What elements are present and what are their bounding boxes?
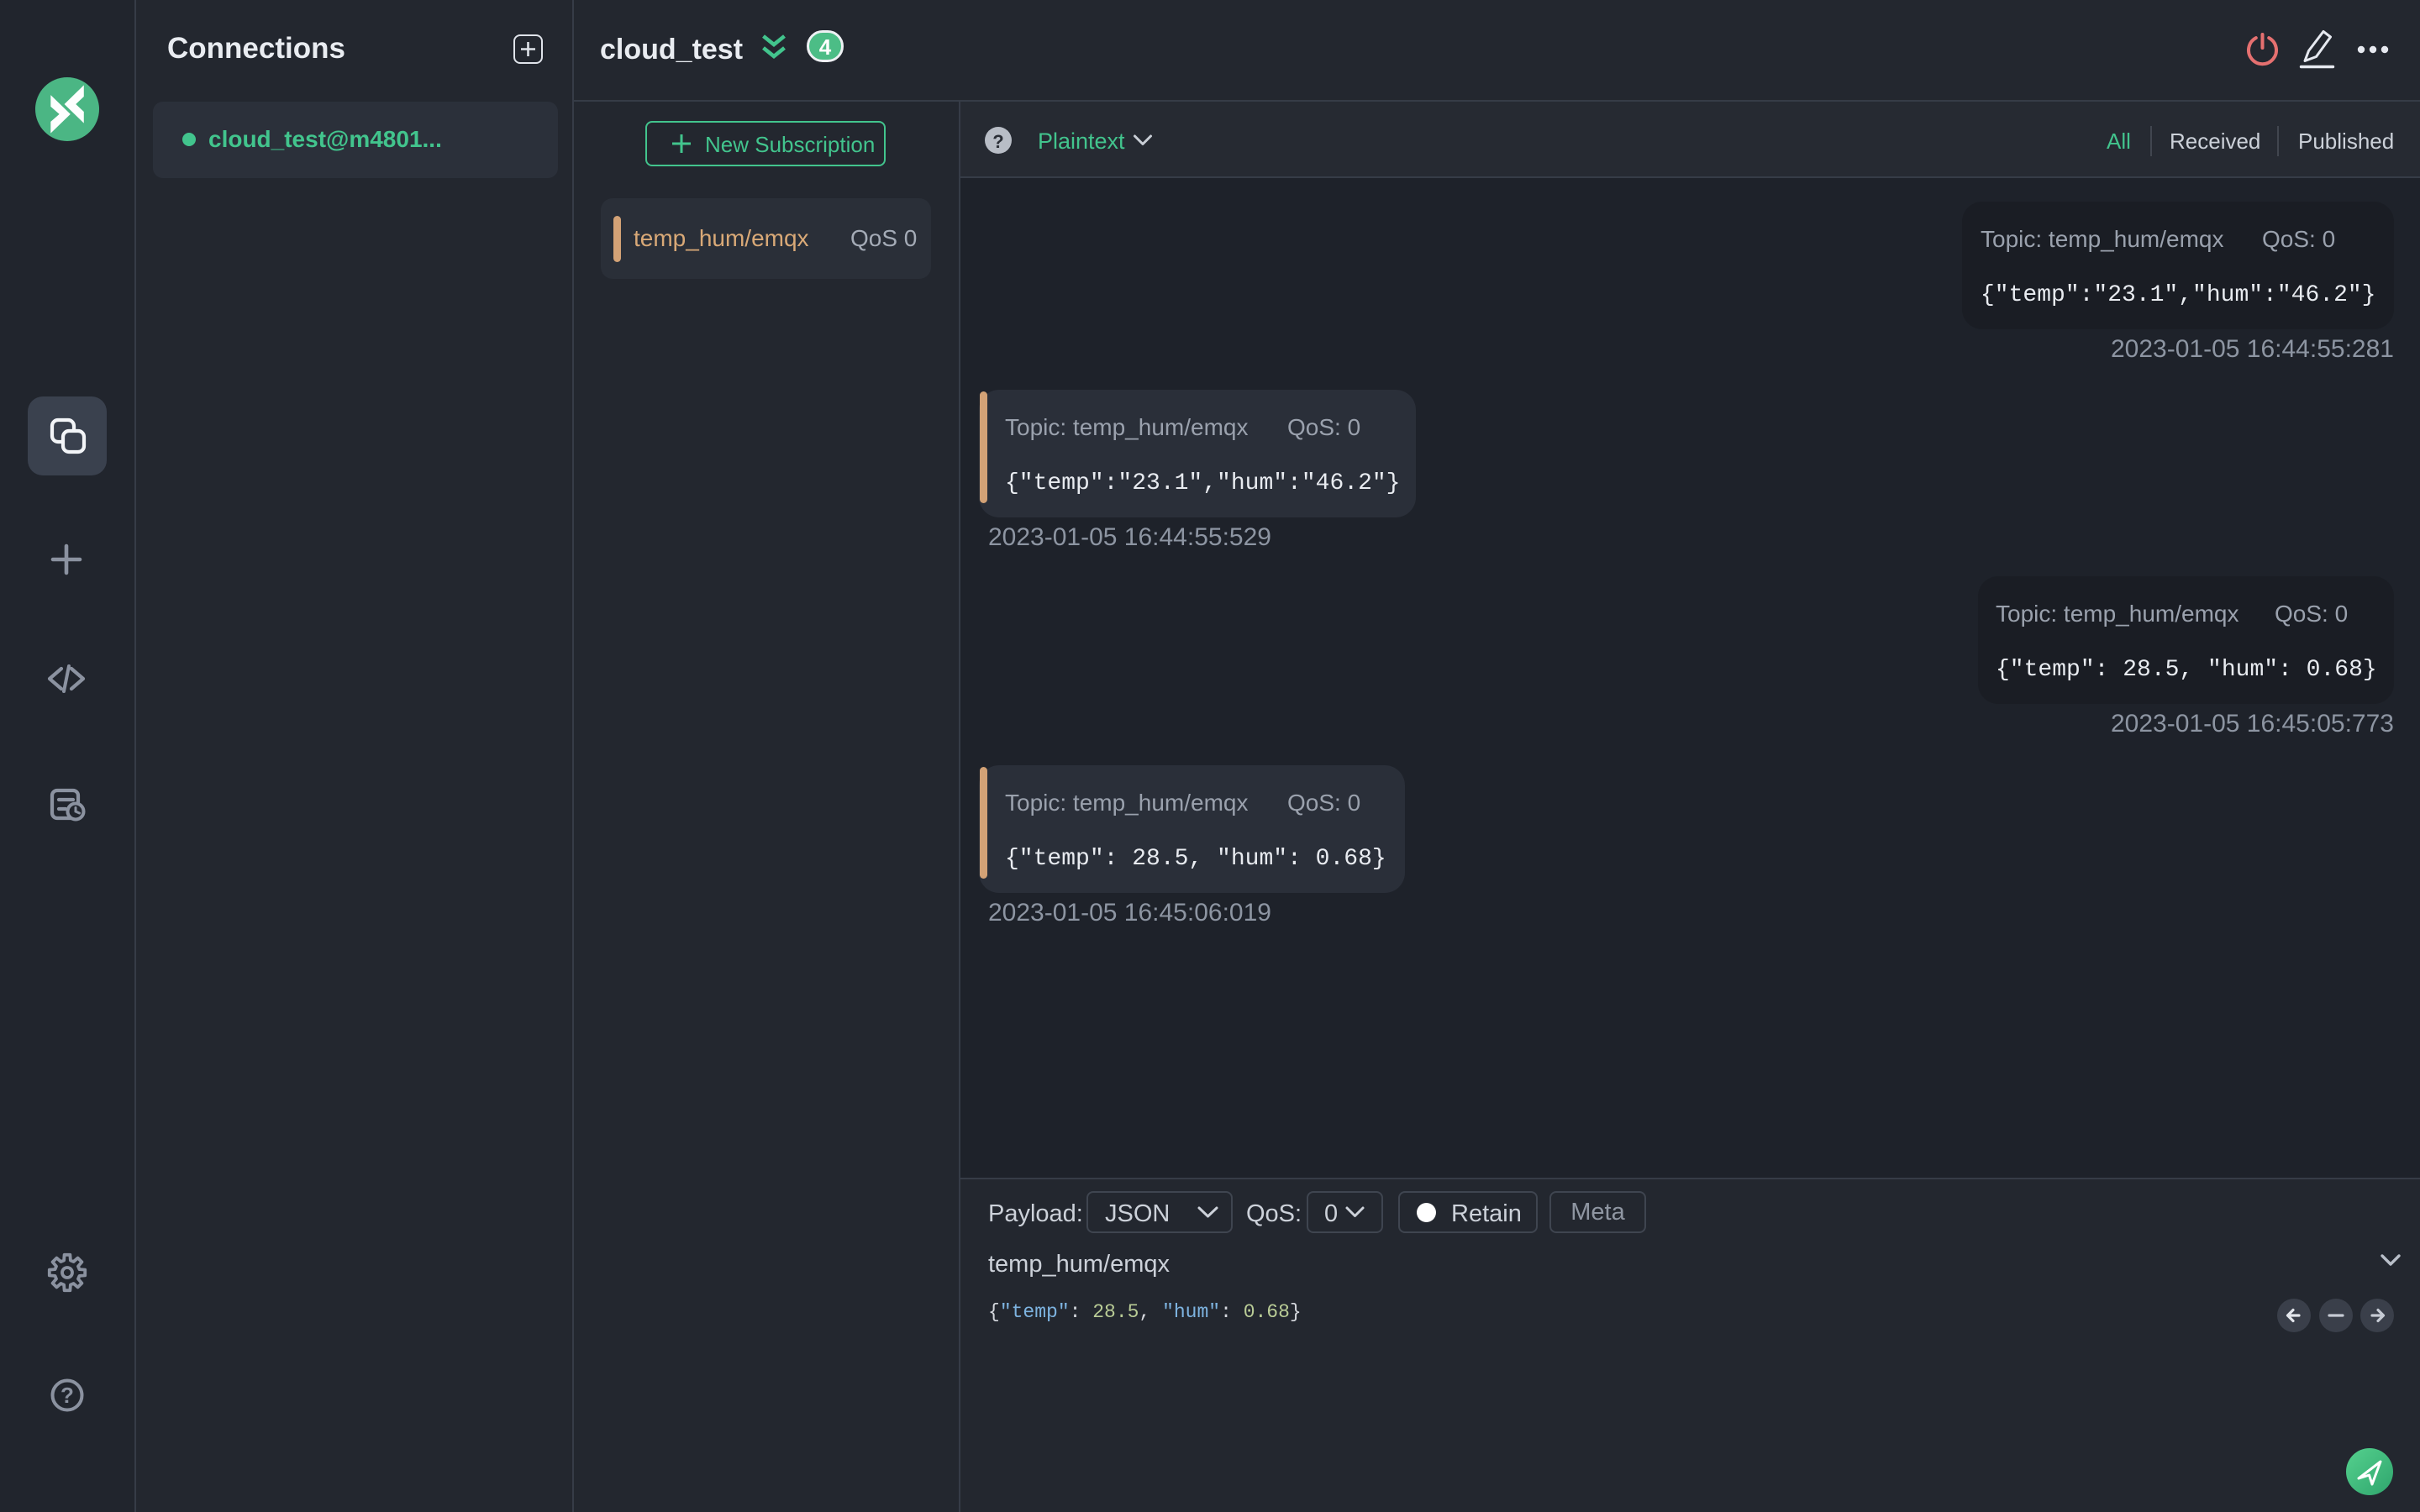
svg-text:?: ?	[60, 1383, 74, 1408]
